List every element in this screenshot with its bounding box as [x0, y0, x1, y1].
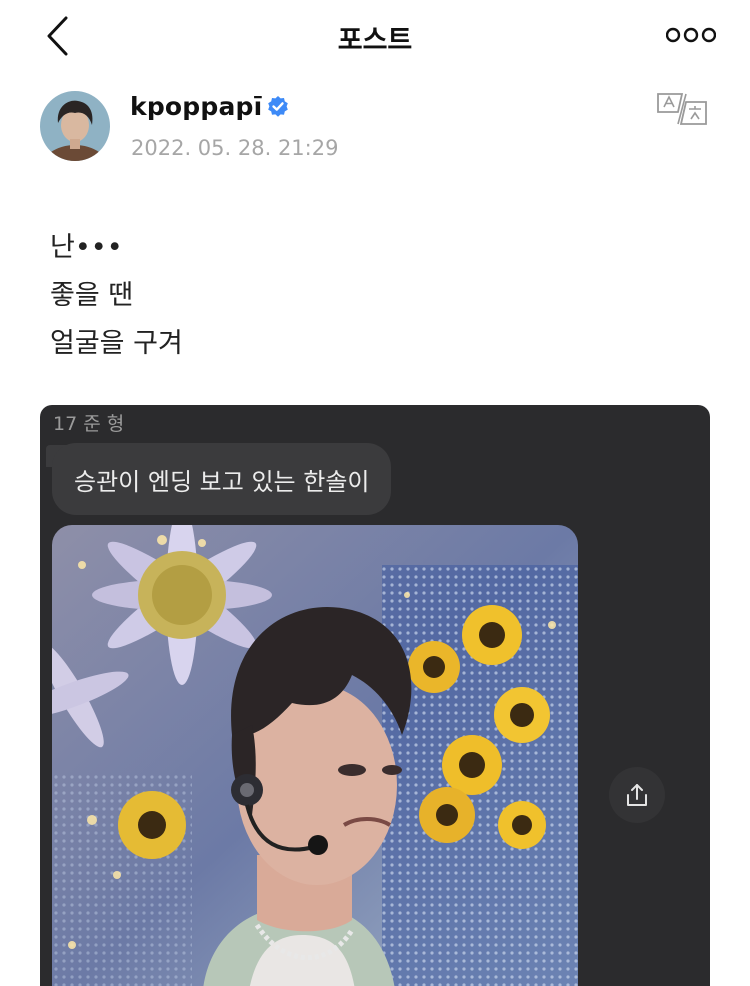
embedded-chat-screenshot[interactable]: 17 준 형 승관이 엔딩 보고 있는 한솔이: [40, 405, 710, 986]
post-text-line: 얼굴을 구겨: [50, 328, 183, 359]
page-title: 포스트: [337, 25, 413, 56]
more-dots-icon: [665, 27, 717, 43]
avatar-image: [40, 91, 110, 161]
chat-photo[interactable]: [52, 525, 578, 986]
post-text-line: 좋을 땐: [50, 280, 134, 311]
translate-button[interactable]: [656, 92, 708, 126]
share-button[interactable]: [609, 767, 665, 823]
more-options-button[interactable]: [665, 24, 717, 46]
post-text-line: 난•••: [50, 232, 123, 263]
verified-badge-icon: [268, 95, 289, 117]
post-text: 난••• 좋을 땐 얼굴을 구겨: [50, 224, 183, 368]
stage-photo-image: [52, 525, 578, 986]
avatar[interactable]: [40, 91, 110, 161]
top-navigation-bar: 포스트: [0, 0, 750, 72]
author-name-row[interactable]: kpoppapī: [130, 92, 290, 121]
post-timestamp: 2022. 05. 28. 21:29: [131, 136, 339, 160]
username: kpoppapī: [130, 92, 263, 121]
share-icon: [627, 784, 647, 806]
chat-message-bubble: 승관이 엔딩 보고 있는 한솔이: [52, 443, 392, 515]
translate-icon: [657, 93, 707, 125]
chat-sender-name: 17 준 형: [53, 413, 125, 435]
